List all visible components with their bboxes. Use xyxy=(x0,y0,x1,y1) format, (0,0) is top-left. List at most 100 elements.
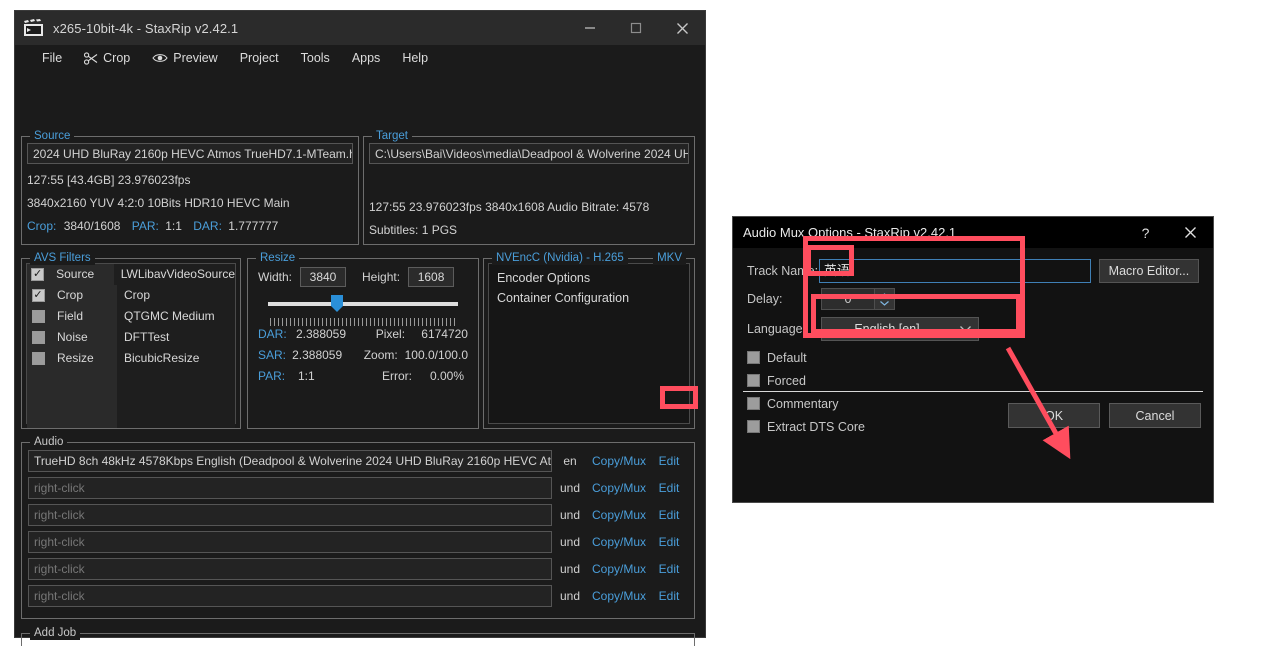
error-label: Error: xyxy=(382,369,430,383)
audio-copy-mux-link[interactable]: Copy/Mux xyxy=(588,562,650,576)
checkbox-unchecked-icon[interactable] xyxy=(32,352,45,365)
checkbox-unchecked-icon[interactable] xyxy=(32,310,45,323)
sar-label: SAR: xyxy=(258,348,292,362)
menu-item-preview[interactable]: Preview xyxy=(141,48,228,68)
resize-stat-row: SAR: 2.388059 Zoom: 100.0/100.0 xyxy=(258,348,468,362)
menu-item-file[interactable]: File xyxy=(31,48,73,68)
stepper-arrows[interactable] xyxy=(874,289,894,309)
menu-item-project[interactable]: Project xyxy=(229,48,290,68)
filter-checkbox-cell[interactable] xyxy=(27,327,49,348)
ok-button[interactable]: OK xyxy=(1008,403,1100,428)
audio-track-field[interactable]: right-click xyxy=(28,504,552,526)
table-row[interactable]: Resize BicubicResize xyxy=(27,348,235,369)
width-input[interactable]: 3840 xyxy=(300,267,346,287)
par-label: PAR: xyxy=(258,369,298,383)
chevron-down-icon[interactable] xyxy=(952,325,978,333)
audio-track-field[interactable]: right-click xyxy=(28,585,552,607)
extract-dts-core-checkbox-label: Extract DTS Core xyxy=(767,420,865,434)
audio-lang-label: und xyxy=(552,535,588,549)
checkbox-unchecked-icon[interactable] xyxy=(747,420,760,433)
forced-checkbox-row[interactable]: Forced xyxy=(747,369,1199,392)
delay-stepper[interactable]: 0 xyxy=(821,288,895,310)
audio-track-field[interactable]: right-click xyxy=(28,531,552,553)
language-select[interactable]: English [en] xyxy=(821,317,979,341)
add-job-group: Add Job Click on the button to the right… xyxy=(21,626,695,646)
audio-copy-mux-link[interactable]: Copy/Mux xyxy=(588,508,650,522)
audio-lang-label: und xyxy=(552,562,588,576)
default-checkbox-row[interactable]: Default xyxy=(747,346,1199,369)
checkbox-checked-icon[interactable]: ✓ xyxy=(31,268,44,281)
maximize-icon[interactable] xyxy=(613,11,659,45)
audio-track-field[interactable]: right-click xyxy=(28,477,552,499)
audio-edit-link[interactable]: Edit xyxy=(650,454,688,468)
encoder-option-list: Encoder Options Container Configuration xyxy=(488,263,690,424)
audio-copy-mux-link[interactable]: Copy/Mux xyxy=(588,535,650,549)
audio-track-field[interactable]: TrueHD 8ch 48kHz 4578Kbps English (Deadp… xyxy=(28,450,552,472)
table-row[interactable]: ✓ Source LWLibavVideoSource xyxy=(27,264,235,285)
menu-item-crop[interactable]: Crop xyxy=(73,48,141,68)
resize-slider[interactable] xyxy=(258,293,468,321)
slider-track xyxy=(268,302,458,306)
audio-edit-link[interactable]: Edit xyxy=(650,589,688,603)
crop-value: 3840/1608 xyxy=(64,219,121,233)
audio-edit-link[interactable]: Edit xyxy=(650,562,688,576)
avs-filters-group: AVS Filters ✓ Source LWLibavVideoSource xyxy=(21,251,241,429)
container-group-label[interactable]: MKV xyxy=(653,251,686,265)
minimize-icon[interactable] xyxy=(567,11,613,45)
dialog-window-controls: ? xyxy=(1123,217,1213,248)
filter-checkbox-cell[interactable]: ✓ xyxy=(27,264,48,285)
commentary-checkbox-label: Commentary xyxy=(767,397,839,411)
checkbox-unchecked-icon[interactable] xyxy=(747,397,760,410)
width-label: Width: xyxy=(258,270,292,284)
par-value: 1:1 xyxy=(165,219,182,233)
track-name-input[interactable]: 英语 xyxy=(819,259,1091,283)
sar-value: 2.388059 xyxy=(292,348,364,362)
cancel-button[interactable]: Cancel xyxy=(1109,403,1201,428)
filter-checkbox-cell[interactable] xyxy=(27,306,49,327)
menu-item-apps[interactable]: Apps xyxy=(341,48,392,68)
close-icon[interactable] xyxy=(1168,217,1213,248)
audio-track-field[interactable]: right-click xyxy=(28,558,552,580)
target-path-field[interactable]: C:\Users\Bai\Videos\media\Deadpool & Wol… xyxy=(369,143,689,164)
filter-checkbox-cell[interactable] xyxy=(27,348,49,369)
checkbox-checked-icon[interactable]: ✓ xyxy=(32,289,45,302)
audio-group-label: Audio xyxy=(30,435,67,449)
audio-copy-mux-link[interactable]: Copy/Mux xyxy=(588,454,650,468)
checkbox-unchecked-icon[interactable] xyxy=(32,331,45,344)
slider-thumb[interactable] xyxy=(330,295,344,313)
menu-item-help[interactable]: Help xyxy=(391,48,439,68)
par-value: 1:1 xyxy=(298,369,382,383)
height-input[interactable]: 1608 xyxy=(408,267,454,287)
audio-edit-link[interactable]: Edit xyxy=(650,508,688,522)
checkbox-unchecked-icon[interactable] xyxy=(747,374,760,387)
filter-checkbox-cell[interactable]: ✓ xyxy=(27,285,49,306)
container-configuration-item[interactable]: Container Configuration xyxy=(489,288,689,308)
checkbox-unchecked-icon[interactable] xyxy=(747,351,760,364)
audio-copy-mux-link[interactable]: Copy/Mux xyxy=(588,589,650,603)
delay-value[interactable]: 0 xyxy=(822,292,874,306)
menu-item-tools[interactable]: Tools xyxy=(290,48,341,68)
encoder-group: NVEncC (Nvidia) - H.265 MKV Encoder Opti… xyxy=(483,251,695,429)
menu-label: Apps xyxy=(352,51,381,65)
avs-filters-list[interactable]: ✓ Source LWLibavVideoSource ✓ Crop Crop xyxy=(26,263,236,424)
audio-mux-options-dialog: Audio Mux Options - StaxRip v2.42.1 ? Tr… xyxy=(732,216,1214,503)
source-group: Source 2024 UHD BluRay 2160p HEVC Atmos … xyxy=(21,129,359,245)
table-row[interactable]: Field QTGMC Medium xyxy=(27,306,235,327)
encoder-group-label[interactable]: NVEncC (Nvidia) - H.265 xyxy=(492,251,628,265)
encoder-options-item[interactable]: Encoder Options xyxy=(489,268,689,288)
table-row[interactable]: ✓ Crop Crop xyxy=(27,285,235,306)
crop-label: Crop: xyxy=(27,219,56,233)
film-clapper-icon xyxy=(23,19,45,37)
source-file-field[interactable]: 2024 UHD BluRay 2160p HEVC Atmos TrueHD7… xyxy=(27,143,353,164)
dialog-action-bar: OK Cancel xyxy=(1008,403,1201,428)
table-row[interactable]: Noise DFTTest xyxy=(27,327,235,348)
audio-copy-mux-link[interactable]: Copy/Mux xyxy=(588,481,650,495)
audio-edit-link[interactable]: Edit xyxy=(650,481,688,495)
close-icon[interactable] xyxy=(659,11,705,45)
filter-name: Resize xyxy=(49,348,117,369)
macro-editor-button[interactable]: Macro Editor... xyxy=(1099,259,1199,283)
filter-name: Field xyxy=(49,306,117,327)
source-group-label: Source xyxy=(30,129,74,143)
audio-edit-link[interactable]: Edit xyxy=(650,535,688,549)
help-button[interactable]: ? xyxy=(1123,217,1168,248)
